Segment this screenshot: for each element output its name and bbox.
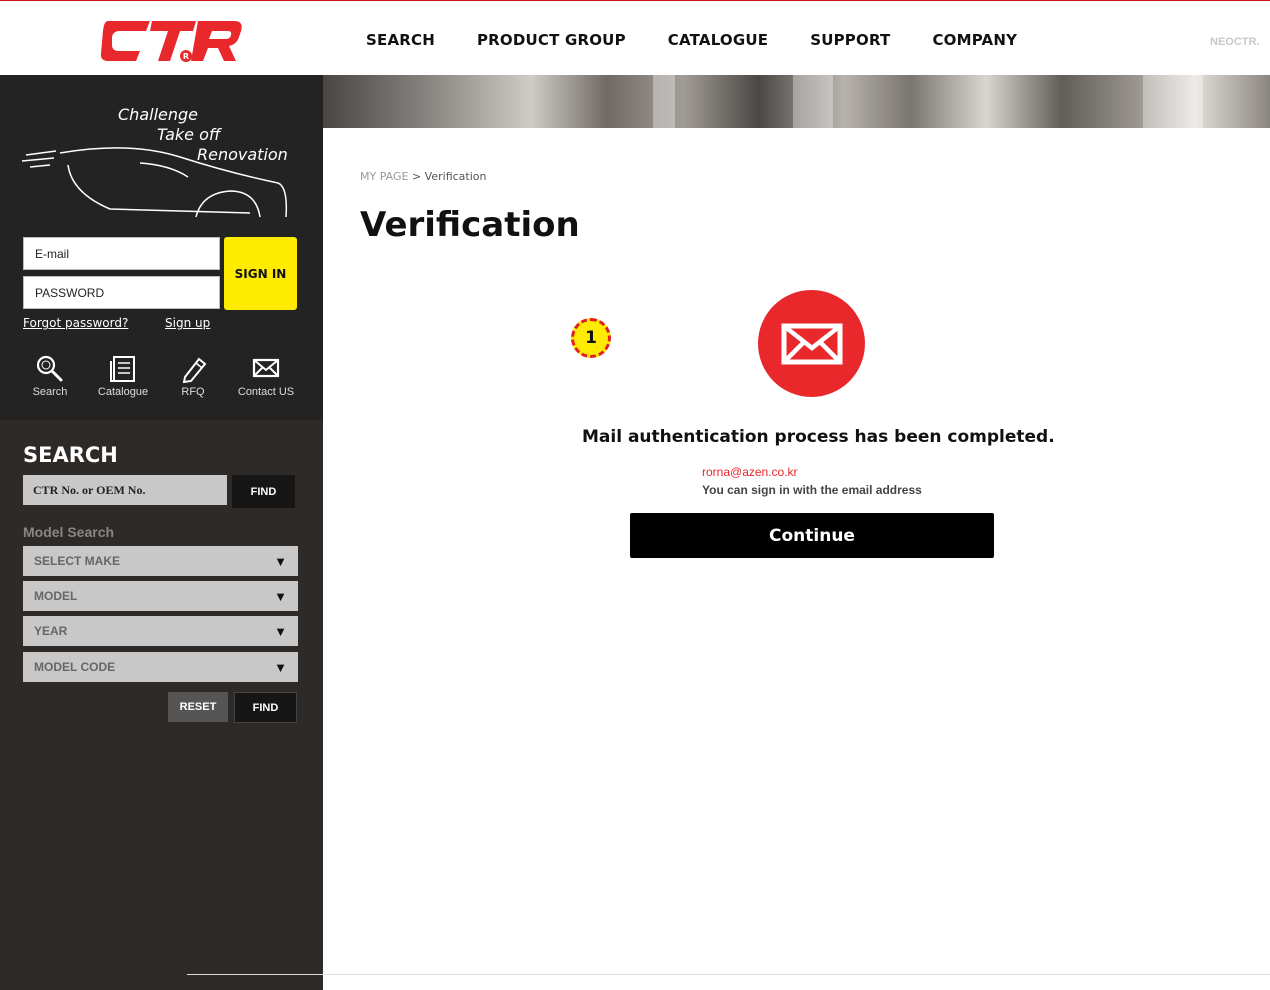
quick-link-label: Contact US	[237, 386, 295, 398]
breadcrumb: MY PAGE > Verification	[360, 170, 486, 183]
nav-catalogue[interactable]: CATALOGUE	[668, 31, 768, 49]
caret-down-icon: ▼	[274, 659, 287, 675]
sign-up-link[interactable]: Sign up	[165, 316, 210, 330]
sidebar: Challenge Take off Renovation E-mail PAS…	[0, 75, 323, 990]
sign-in-hint: You can sign in with the email address	[702, 483, 922, 497]
model-search-title: Model Search	[23, 524, 115, 540]
header-banner-image	[323, 75, 1270, 128]
nav-search[interactable]: SEARCH	[366, 31, 435, 49]
breadcrumb-separator: >	[411, 170, 422, 183]
banner-highlight	[1143, 75, 1203, 128]
select-make-dropdown[interactable]: SELECT MAKE ▼	[23, 546, 298, 576]
continue-button[interactable]: Continue	[630, 513, 994, 558]
banner-highlight	[793, 75, 833, 128]
top-header: R SEARCH PRODUCT GROUP CATALOGUE SUPPORT…	[0, 0, 1270, 75]
model-label: MODEL	[34, 589, 78, 603]
quick-link-rfq[interactable]: RFQ	[158, 353, 228, 398]
completion-message: Mail authentication process has been com…	[582, 427, 1055, 447]
model-code-dropdown[interactable]: MODEL CODE ▼	[23, 652, 298, 682]
breadcrumb-current: Verification	[424, 170, 487, 183]
mail-icon	[252, 358, 280, 378]
sidebar-login-panel: Challenge Take off Renovation E-mail PAS…	[0, 75, 323, 420]
car-outline-icon	[21, 147, 288, 218]
forgot-password-link[interactable]: Forgot password?	[23, 316, 128, 330]
step-marker-badge: 1	[571, 318, 611, 358]
slogan-line-1: Challenge	[118, 105, 198, 124]
mail-success-icon	[758, 290, 865, 397]
year-label: YEAR	[34, 624, 68, 638]
search-title: SEARCH	[23, 443, 118, 467]
envelope-icon	[781, 323, 842, 364]
nav-product-group[interactable]: PRODUCT GROUP	[477, 31, 626, 49]
sign-in-button[interactable]: SIGN IN	[224, 237, 297, 310]
quick-link-label: RFQ	[181, 386, 205, 398]
svg-text:R: R	[183, 52, 189, 61]
find-button[interactable]: FIND	[232, 475, 295, 508]
ctr-logo[interactable]: R	[98, 15, 244, 65]
part-number-input[interactable]: CTR No. or OEM No.	[23, 475, 227, 505]
nav-company[interactable]: COMPANY	[932, 31, 1017, 49]
pencil-icon	[182, 357, 207, 383]
year-dropdown[interactable]: YEAR ▼	[23, 616, 298, 646]
caret-down-icon: ▼	[274, 623, 287, 639]
model-code-label: MODEL CODE	[34, 660, 116, 674]
main-nav: SEARCH PRODUCT GROUP CATALOGUE SUPPORT C…	[366, 31, 1059, 49]
reset-button[interactable]: RESET	[168, 692, 228, 722]
footer-divider	[187, 974, 1270, 975]
nav-support[interactable]: SUPPORT	[810, 31, 890, 49]
select-make-label: SELECT MAKE	[34, 554, 121, 568]
password-field[interactable]: PASSWORD	[23, 276, 220, 309]
breadcrumb-my-page[interactable]: MY PAGE	[360, 170, 408, 183]
neoctr-link[interactable]: NEOCTR.	[1210, 36, 1260, 48]
email-field[interactable]: E-mail	[23, 237, 220, 270]
catalogue-icon	[110, 356, 135, 382]
quick-link-label: Catalogue	[97, 386, 149, 398]
slogan: Challenge Take off Renovation	[0, 75, 323, 225]
page-title: Verification	[360, 205, 580, 245]
verified-email: rorna@azen.co.kr	[702, 465, 798, 479]
caret-down-icon: ▼	[274, 588, 287, 604]
caret-down-icon: ▼	[274, 553, 287, 569]
quick-link-label: Search	[32, 386, 68, 398]
model-find-button[interactable]: FIND	[234, 692, 297, 723]
model-dropdown[interactable]: MODEL ▼	[23, 581, 298, 611]
banner-highlight	[653, 75, 675, 128]
quick-link-contact[interactable]: Contact US	[231, 353, 301, 398]
quick-link-search[interactable]: Search	[15, 353, 85, 398]
search-icon	[36, 355, 63, 382]
quick-link-catalogue[interactable]: Catalogue	[88, 353, 158, 398]
